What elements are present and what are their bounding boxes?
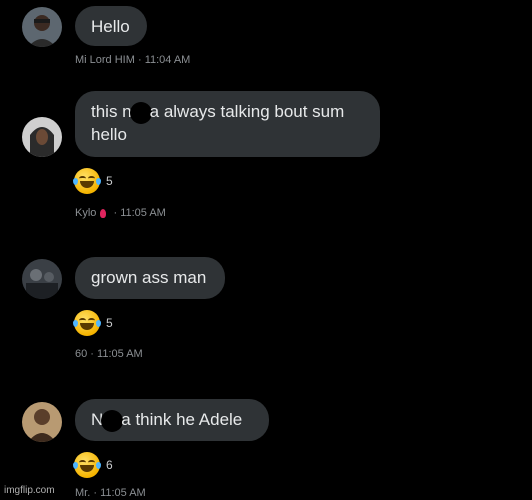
reaction-count: 5: [106, 174, 113, 188]
sender-name[interactable]: Mr.: [75, 487, 90, 499]
reaction-count: 5: [106, 316, 113, 330]
message-text: Hello: [91, 17, 130, 36]
reaction[interactable]: 6: [73, 452, 113, 478]
message-bubble[interactable]: Na think he Adele: [75, 399, 269, 441]
avatar[interactable]: [22, 7, 62, 47]
message-meta: Kylo · 11:05 AM: [75, 207, 166, 219]
avatar[interactable]: [22, 259, 62, 299]
reaction[interactable]: 5: [73, 168, 113, 194]
message-meta: 60 · 11:05 AM: [75, 348, 143, 360]
avatar-image-1: [22, 7, 62, 47]
reaction-count: 6: [106, 458, 113, 472]
face-with-tears-of-joy-icon: [73, 452, 101, 478]
drop-icon: [100, 208, 107, 218]
message-bubble[interactable]: Hello: [75, 6, 147, 46]
avatar[interactable]: [22, 402, 62, 442]
censor-mark: [101, 409, 124, 432]
avatar-image-3: [22, 259, 62, 299]
avatar-image-4: [22, 402, 62, 442]
censor-mark: [129, 101, 152, 124]
timestamp: 11:05 AM: [97, 348, 143, 360]
message-bubble[interactable]: this na always talking bout sum hello: [75, 91, 380, 157]
reaction[interactable]: 5: [73, 310, 113, 336]
message-bubble[interactable]: grown ass man: [75, 257, 225, 299]
message-meta: Mr. · 11:05 AM: [75, 487, 146, 499]
timestamp: 11:05 AM: [100, 487, 146, 499]
face-with-tears-of-joy-icon: [73, 168, 101, 194]
timestamp: 11:04 AM: [144, 54, 191, 66]
message-text: grown ass man: [91, 268, 207, 287]
sender-name[interactable]: Mi Lord HIM: [75, 54, 135, 66]
sender-name[interactable]: Kylo: [75, 207, 96, 219]
message-text-line2: hello: [91, 124, 127, 144]
timestamp: 11:05 AM: [120, 207, 166, 219]
message-meta: Mi Lord HIM · 11:04 AM: [75, 54, 191, 66]
sender-name[interactable]: 60: [75, 348, 87, 360]
watermark: imgflip.com: [4, 485, 55, 496]
face-with-tears-of-joy-icon: [73, 310, 101, 336]
avatar-image-2: [22, 117, 62, 157]
avatar[interactable]: [22, 117, 62, 157]
